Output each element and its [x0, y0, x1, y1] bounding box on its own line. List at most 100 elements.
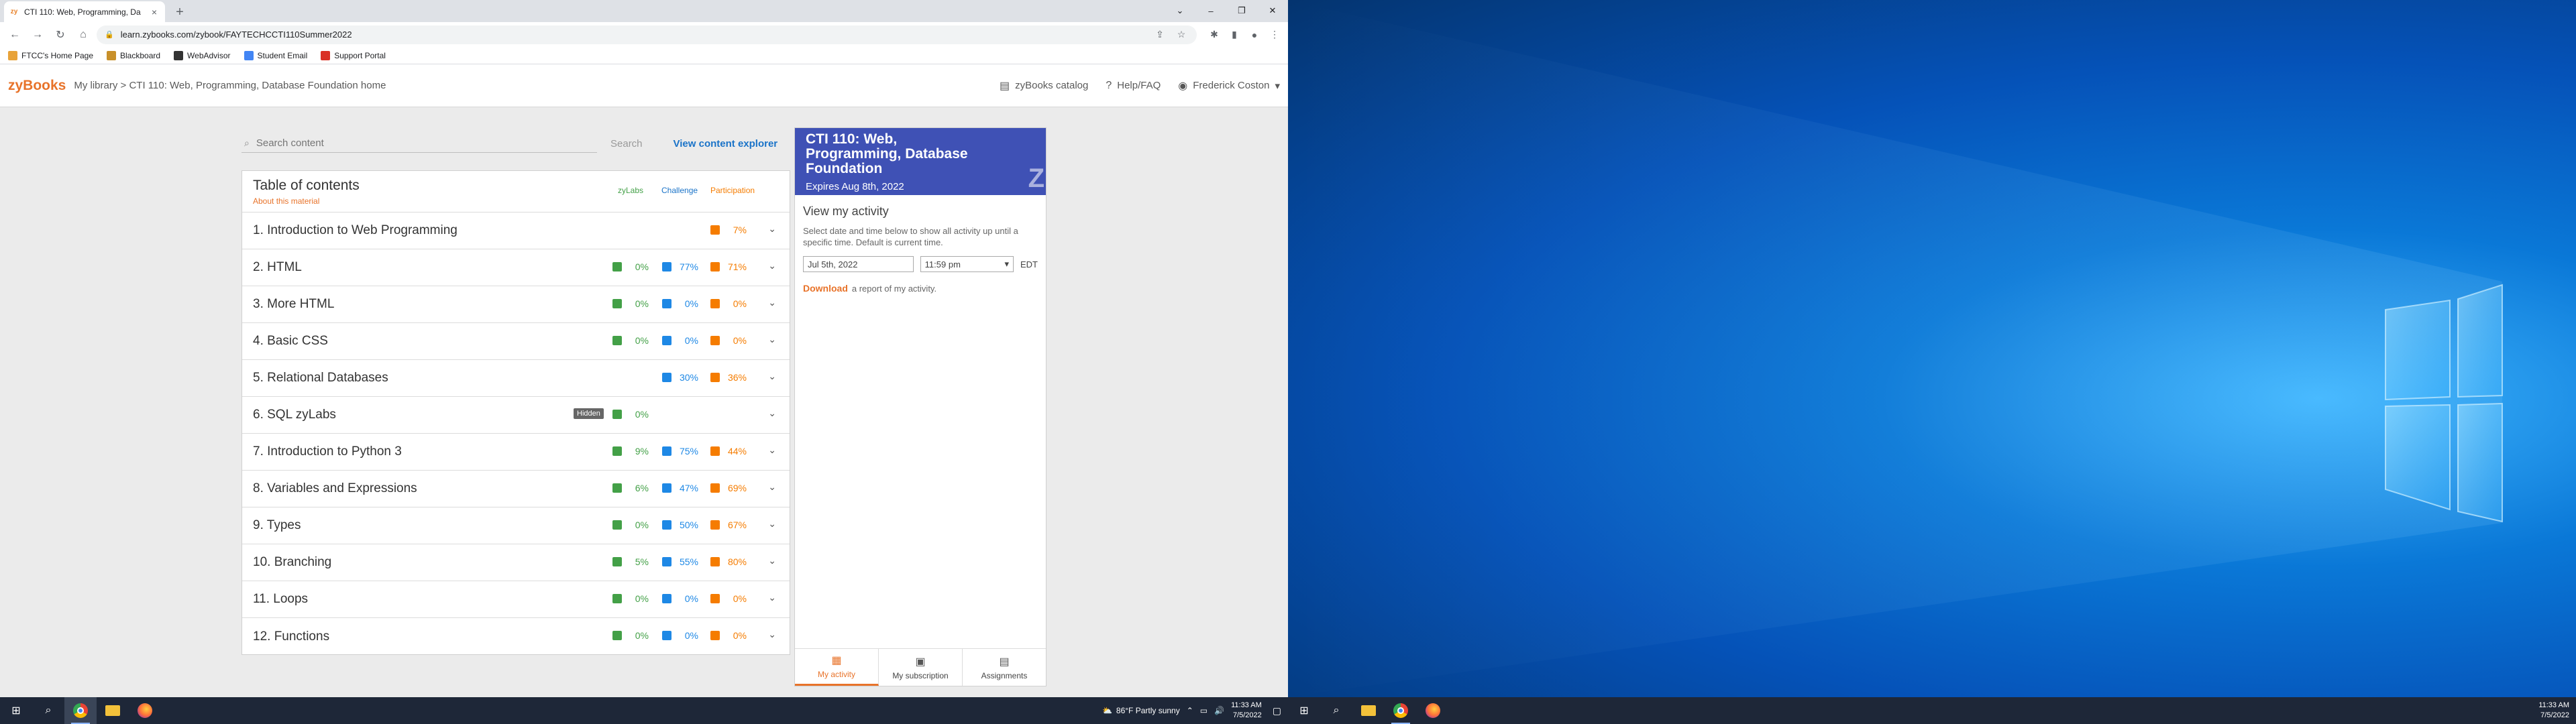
- chevron-down-icon[interactable]: ⌄: [768, 555, 776, 566]
- tab-search-icon[interactable]: ⌄: [1165, 0, 1195, 21]
- browser-tab[interactable]: zy CTI 110: Web, Programming, Da ×: [4, 1, 165, 22]
- help-link[interactable]: ? Help/FAQ: [1106, 80, 1161, 92]
- chevron-down-icon[interactable]: ⌄: [768, 260, 776, 272]
- toc-chapter-row[interactable]: 12. Functions 0% 0% 0% ⌄: [242, 618, 790, 655]
- taskbar-clock[interactable]: 11:33 AM 7/5/2022: [1231, 701, 1262, 721]
- toc-chapter-row[interactable]: 5. Relational Databases 30% 36% ⌄: [242, 360, 790, 397]
- chapter-title[interactable]: 11. Loops: [253, 592, 308, 607]
- forward-button[interactable]: →: [28, 25, 47, 44]
- new-tab-button[interactable]: +: [172, 4, 188, 20]
- user-name: Frederick Coston: [1193, 80, 1270, 91]
- chapter-title[interactable]: 7. Introduction to Python 3: [253, 444, 402, 459]
- chapter-title[interactable]: 6. SQL zyLabs: [253, 408, 336, 422]
- chevron-down-icon[interactable]: ⌄: [768, 334, 776, 345]
- lock-icon[interactable]: 🔒: [105, 30, 114, 39]
- toc-chapter-row[interactable]: 3. More HTML 0% 0% 0% ⌄: [242, 286, 790, 323]
- bookmark-item[interactable]: FTCC's Home Page: [8, 50, 93, 60]
- chevron-down-icon[interactable]: ⌄: [768, 408, 776, 419]
- download-link[interactable]: Download: [803, 283, 848, 294]
- toc-chapter-row[interactable]: 8. Variables and Expressions 6% 47% 69% ⌄: [242, 471, 790, 507]
- panel-header: CTI 110: Web, Programming, Database Foun…: [795, 128, 1046, 195]
- menu-icon[interactable]: ⋮: [1267, 27, 1283, 43]
- bookmark-item[interactable]: Student Email: [244, 50, 307, 60]
- close-tab-icon[interactable]: ×: [149, 7, 160, 17]
- chapter-title[interactable]: 10. Branching: [253, 555, 331, 570]
- toc-chapter-row[interactable]: 4. Basic CSS 0% 0% 0% ⌄: [242, 323, 790, 360]
- file-explorer-button[interactable]: [97, 697, 129, 724]
- toc-chapter-row[interactable]: 2. HTML 0% 77% 71% ⌄: [242, 249, 790, 286]
- windows-start-icon[interactable]: ⊞: [0, 697, 32, 724]
- search-field[interactable]: ⌕: [241, 134, 597, 153]
- search-input[interactable]: [256, 137, 578, 149]
- weather-widget[interactable]: ⛅ 86°F Partly sunny: [1102, 706, 1180, 715]
- chevron-down-icon[interactable]: ⌄: [768, 481, 776, 493]
- chevron-down-icon[interactable]: ⌄: [768, 297, 776, 308]
- bookmark-item[interactable]: Blackboard: [107, 50, 160, 60]
- extensions-icon[interactable]: ✱: [1206, 27, 1222, 43]
- zybooks-logo[interactable]: zyBooks: [8, 78, 66, 94]
- toc-chapter-row[interactable]: 10. Branching 5% 55% 80% ⌄: [242, 544, 790, 581]
- time-select[interactable]: 11:59 pm ▾: [920, 256, 1014, 272]
- file-explorer-button[interactable]: [1352, 697, 1385, 724]
- search-icon[interactable]: ⌕: [1320, 697, 1352, 724]
- chevron-down-icon[interactable]: ⌄: [768, 592, 776, 603]
- chrome-taskbar-button[interactable]: [64, 697, 97, 724]
- restore-button[interactable]: ❐: [1226, 0, 1257, 21]
- chapter-title[interactable]: 8. Variables and Expressions: [253, 481, 417, 496]
- catalog-link[interactable]: ▤ zyBooks catalog: [1000, 79, 1088, 93]
- chapter-title[interactable]: 9. Types: [253, 518, 301, 533]
- toc-chapter-row[interactable]: 6. SQL zyLabs Hidden 0% ⌄: [242, 397, 790, 434]
- tab-my-activity[interactable]: ▦ My activity: [795, 649, 879, 686]
- bookmark-item[interactable]: Support Portal: [321, 50, 386, 60]
- firefox-taskbar-button[interactable]: [1417, 697, 1449, 724]
- toc-chapter-row[interactable]: 11. Loops 0% 0% 0% ⌄: [242, 581, 790, 618]
- chevron-up-icon[interactable]: ⌃: [1187, 706, 1193, 715]
- notification-icon[interactable]: ▢: [1273, 705, 1281, 717]
- chapter-title[interactable]: 12. Functions: [253, 629, 329, 644]
- network-icon[interactable]: ▭: [1200, 706, 1208, 715]
- search-icon[interactable]: ⌕: [32, 697, 64, 724]
- chevron-down-icon[interactable]: ⌄: [768, 371, 776, 382]
- panel-tabs: ▦ My activity ▣ My subscription ▤ Assign…: [795, 648, 1046, 686]
- user-menu[interactable]: ◉ Frederick Coston ▾: [1178, 79, 1280, 93]
- chapter-title[interactable]: 1. Introduction to Web Programming: [253, 223, 458, 238]
- browser-toolbar: ← → ↻ ⌂ 🔒 learn.zybooks.com/zybook/FAYTE…: [0, 22, 1288, 47]
- left-monitor: zy CTI 110: Web, Programming, Da × + ⌄ –…: [0, 0, 1288, 724]
- chevron-down-icon[interactable]: ⌄: [768, 518, 776, 530]
- firefox-taskbar-button[interactable]: [129, 697, 161, 724]
- home-button[interactable]: ⌂: [74, 25, 93, 44]
- chevron-down-icon[interactable]: ⌄: [768, 444, 776, 456]
- chapter-title[interactable]: 3. More HTML: [253, 297, 334, 312]
- share-icon[interactable]: ⇪: [1152, 29, 1167, 40]
- challenge-percent: 0%: [684, 335, 698, 346]
- toc-chapter-row[interactable]: 1. Introduction to Web Programming 7% ⌄: [242, 213, 790, 249]
- bookmark-item[interactable]: WebAdvisor: [174, 50, 231, 60]
- volume-icon[interactable]: 🔊: [1214, 706, 1224, 715]
- about-material-link[interactable]: About this material: [253, 196, 319, 206]
- content-explorer-link[interactable]: View content explorer: [674, 138, 778, 149]
- date-picker[interactable]: Jul 5th, 2022: [803, 256, 914, 272]
- breadcrumb[interactable]: My library > CTI 110: Web, Programming, …: [74, 80, 982, 91]
- chapter-title[interactable]: 4. Basic CSS: [253, 334, 328, 349]
- back-button[interactable]: ←: [5, 25, 24, 44]
- toc-chapter-row[interactable]: 7. Introduction to Python 3 9% 75% 44% ⌄: [242, 434, 790, 471]
- close-window-button[interactable]: ✕: [1257, 0, 1288, 21]
- chevron-down-icon[interactable]: ⌄: [768, 629, 776, 640]
- search-button[interactable]: Search: [610, 138, 643, 149]
- tab-my-subscription[interactable]: ▣ My subscription: [879, 649, 963, 686]
- chrome-taskbar-button[interactable]: [1385, 697, 1417, 724]
- chapter-title[interactable]: 5. Relational Databases: [253, 371, 388, 385]
- side-panel-icon[interactable]: ▮: [1226, 27, 1242, 43]
- toc-chapter-row[interactable]: 9. Types 0% 50% 67% ⌄: [242, 507, 790, 544]
- chevron-down-icon[interactable]: ⌄: [768, 223, 776, 235]
- participation-square-icon: [710, 520, 720, 530]
- minimize-button[interactable]: –: [1195, 0, 1226, 21]
- tab-assignments[interactable]: ▤ Assignments: [963, 649, 1046, 686]
- address-bar[interactable]: 🔒 learn.zybooks.com/zybook/FAYTECHCCTI11…: [97, 25, 1197, 44]
- profile-icon[interactable]: ●: [1246, 27, 1263, 43]
- chapter-title[interactable]: 2. HTML: [253, 260, 302, 275]
- reload-button[interactable]: ↻: [51, 25, 70, 44]
- bookmark-star-icon[interactable]: ☆: [1174, 29, 1189, 40]
- taskbar-clock[interactable]: 11:33 AM 7/5/2022: [2538, 701, 2569, 721]
- windows-start-icon[interactable]: ⊞: [1288, 697, 1320, 724]
